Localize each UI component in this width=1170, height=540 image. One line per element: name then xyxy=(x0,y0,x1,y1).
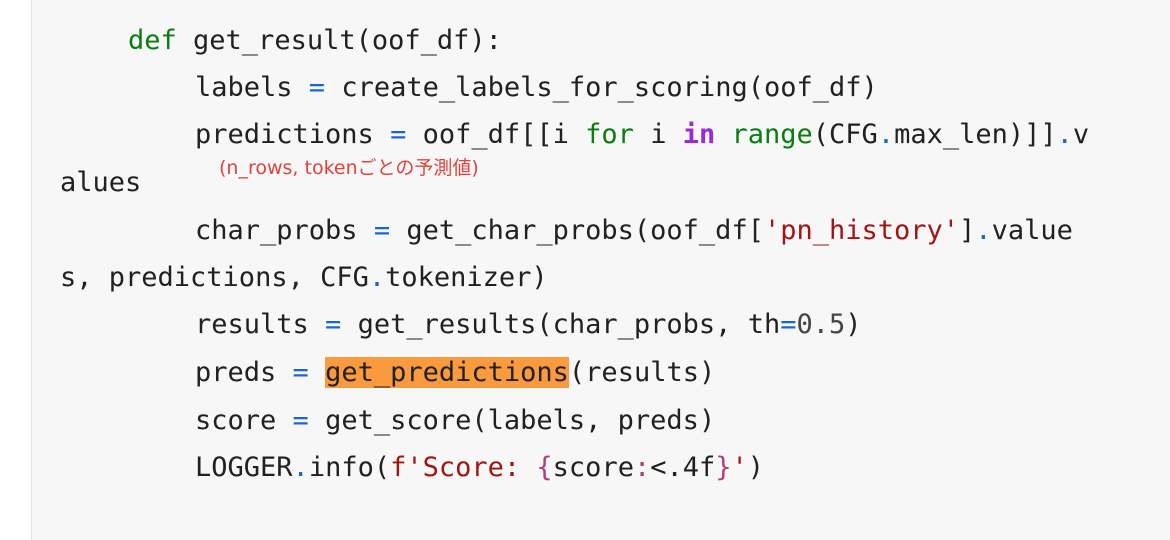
highlighted-text[interactable]: get_predictions xyxy=(325,357,569,388)
code-line-2: labels = create_labels_for_scoring(oof_d… xyxy=(195,71,878,105)
code-text: score xyxy=(552,452,634,483)
operator: . xyxy=(975,215,992,246)
code-text: results xyxy=(195,309,326,340)
code-line-5: char_probs = get_char_probs(oof_df['pn_h… xyxy=(195,214,1073,248)
code-text: v xyxy=(1072,119,1090,150)
format-colon: : xyxy=(633,452,651,483)
operator: = xyxy=(308,72,326,103)
operator: = xyxy=(292,405,309,436)
code-text: get_score(labels, preds) xyxy=(308,405,716,436)
string-literal: f'Score: xyxy=(390,452,537,483)
code-line-9: score = get_score(labels, preds) xyxy=(195,404,715,438)
operator: = xyxy=(292,357,309,388)
operator: . xyxy=(292,452,309,483)
code-line-3: predictions = oof_df[[i for i in range(C… xyxy=(195,118,1089,152)
string-literal: ' xyxy=(731,452,748,483)
operator: = xyxy=(373,215,391,246)
code-text: create_labels_for_scoring(oof_df) xyxy=(325,72,878,103)
operator: . xyxy=(1056,119,1073,150)
code-text: score xyxy=(195,405,293,436)
operator: . xyxy=(877,119,895,150)
code-text: LOGGER xyxy=(195,452,293,483)
operator: = xyxy=(780,309,797,340)
code-text: max_len)]] xyxy=(894,119,1057,150)
code-text: tokenizer) xyxy=(385,262,548,293)
keyword-in: in xyxy=(682,119,716,150)
code-text: get_result(oof_df): xyxy=(176,25,502,56)
code-text: alues xyxy=(60,167,142,198)
string-literal: 'pn_history' xyxy=(763,215,960,246)
format-brace: { xyxy=(536,452,553,483)
builtin-range: range xyxy=(715,119,813,150)
keyword-def: def xyxy=(128,25,177,56)
code-text: labels xyxy=(195,72,309,103)
code-line-6: s, predictions, CFG.tokenizer) xyxy=(60,261,548,295)
code-text: (results) xyxy=(568,357,716,388)
operator: . xyxy=(368,262,386,293)
code-line-7: results = get_results(char_probs, th=0.5… xyxy=(195,308,862,342)
code-text: char_probs xyxy=(195,215,374,246)
code-text: i xyxy=(633,119,683,150)
code-line-1: def get_result(oof_df): xyxy=(128,24,502,58)
code-line-4: alues xyxy=(60,166,141,200)
code-text: ) xyxy=(845,309,862,340)
code-text: value xyxy=(991,215,1073,246)
code-text: info( xyxy=(308,452,391,483)
code-text: ) xyxy=(747,452,765,483)
code-text: ] xyxy=(959,215,976,246)
number-literal: 0.5 xyxy=(796,309,846,340)
code-text: <.4f xyxy=(650,452,716,483)
code-text: oof_df[[i xyxy=(406,119,586,150)
operator: = xyxy=(390,119,407,150)
code-line-8: preds = get_predictions(results) xyxy=(195,356,715,390)
code-line-10: LOGGER.info(f'Score: {score:<.4f}') xyxy=(195,451,764,485)
operator: = xyxy=(325,309,342,340)
keyword-for: for xyxy=(585,119,634,150)
code-text: get_char_probs(oof_df[ xyxy=(390,215,764,246)
code-text: predictions xyxy=(195,119,391,150)
code-text: preds xyxy=(195,357,293,388)
code-text: s, predictions, CFG xyxy=(60,262,369,293)
code-text: get_results(char_probs, th xyxy=(341,309,781,340)
annotation-note: (n_rows, tokenごとの予測値) xyxy=(219,157,479,179)
code-text: (CFG xyxy=(812,119,878,150)
format-brace: } xyxy=(715,452,732,483)
